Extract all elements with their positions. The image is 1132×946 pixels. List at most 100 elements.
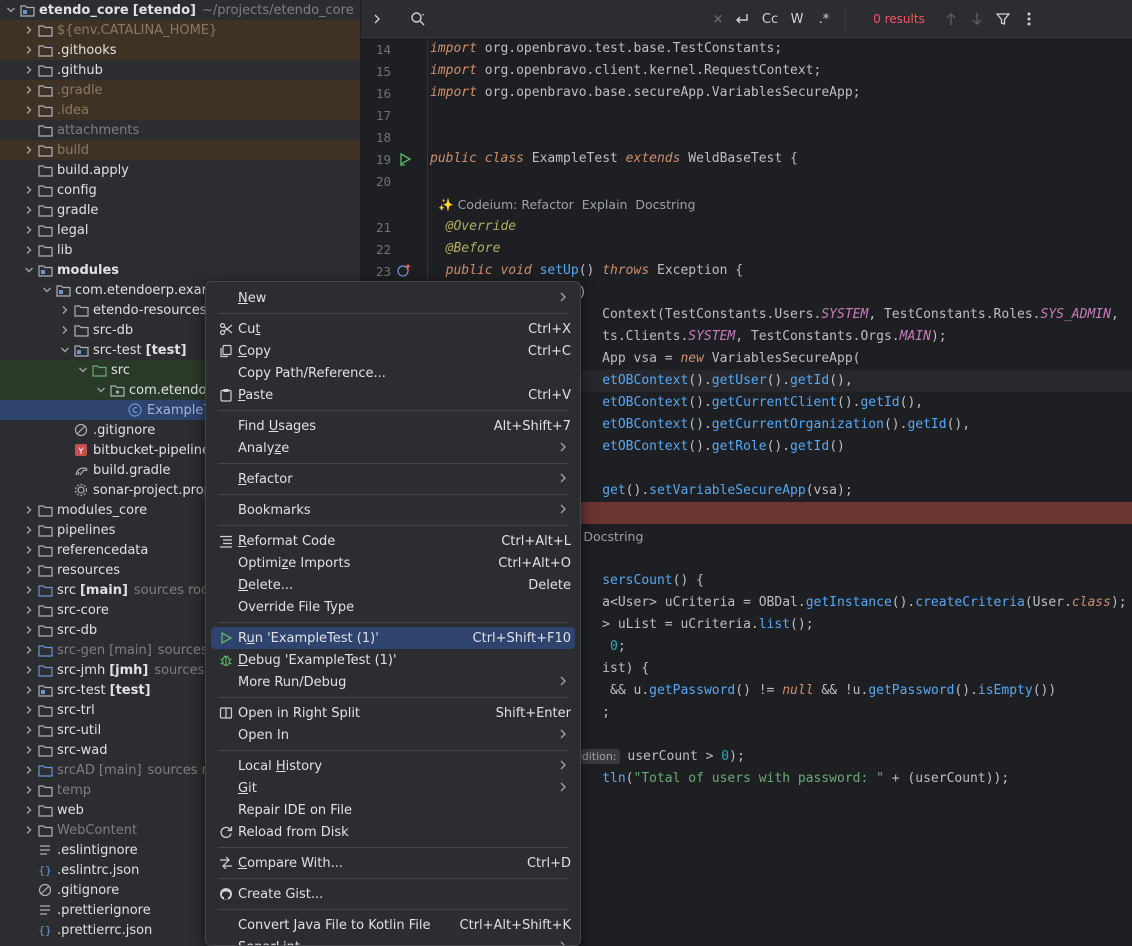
chevron-right-icon[interactable] [21,805,37,815]
tree-item[interactable]: build [0,140,360,160]
run-gutter-icon[interactable] [398,152,412,166]
tree-item[interactable]: attachments [0,120,360,140]
chevron-right-icon[interactable] [21,205,37,215]
tree-item[interactable]: config [0,180,360,200]
whole-words-toggle[interactable]: W [786,0,808,38]
chevron-down-icon[interactable] [3,5,19,15]
codeium-lens[interactable]: ✨ Codeium: Refactor Explain Docstring [438,197,695,213]
chevron-right-icon[interactable] [21,545,37,555]
menu-item-open-in-right-split[interactable]: Open in Right Split Shift+Enter [211,702,575,724]
chevron-down-icon[interactable] [21,265,37,275]
menu-item-bookmarks[interactable]: Bookmarks [211,499,575,521]
filter-icon[interactable] [993,0,1013,38]
chevron-right-icon[interactable] [21,605,37,615]
regex-toggle[interactable]: .* [813,0,835,38]
newline-icon[interactable] [731,0,753,38]
tree-item[interactable]: .github [0,60,360,80]
chevron-right-icon[interactable] [21,85,37,95]
chevron-down-icon[interactable] [57,345,73,355]
chevron-right-icon[interactable] [21,825,37,835]
menu-item-create-gist[interactable]: Create Gist... [211,883,575,905]
chevron-right-icon[interactable] [21,225,37,235]
menu-item-more-run-debug[interactable]: More Run/Debug [211,671,575,693]
match-case-toggle[interactable]: Cc [759,0,781,38]
tree-item[interactable]: .githooks [0,40,360,60]
chevron-down-icon[interactable] [93,385,109,395]
chevron-right-icon[interactable] [21,245,37,255]
clear-icon[interactable]: × [708,0,728,38]
menu-item-sonarlint[interactable]: SonarLint [211,936,575,945]
chevron-right-icon[interactable] [21,145,37,155]
code-line[interactable]: public class ExampleTest extends WeldBas… [430,151,798,166]
menu-item-paste[interactable]: Paste Ctrl+V [211,384,575,406]
code-line[interactable]: import org.openbravo.client.kernel.Reque… [430,63,821,78]
chevron-right-icon[interactable] [21,725,37,735]
menu-item-refactor[interactable]: Refactor [211,468,575,490]
chevron-right-icon[interactable] [363,0,391,38]
chevron-right-icon[interactable] [21,185,37,195]
chevron-right-icon[interactable] [21,45,37,55]
code-line[interactable]: @Override [430,219,516,234]
arrow-up-icon[interactable] [941,0,961,38]
menu-item-reload-from-disk[interactable]: Reload from Disk [211,821,575,843]
chevron-right-icon[interactable] [57,325,73,335]
chevron-right-icon[interactable] [21,105,37,115]
menu-item-open-in[interactable]: Open In [211,724,575,746]
chevron-right-icon[interactable] [21,665,37,675]
menu-item-run-exampletest-1[interactable]: Run 'ExampleTest (1)' Ctrl+Shift+F10 [211,627,575,649]
chevron-right-icon[interactable] [21,25,37,35]
chevron-right-icon[interactable] [21,645,37,655]
menu-item-repair-ide-on-file[interactable]: Repair IDE on File [211,799,575,821]
code-line[interactable]: @Before [430,241,501,256]
chevron-right-icon[interactable] [21,625,37,635]
tree-item[interactable]: lib [0,240,360,260]
tree-item[interactable]: gradle [0,200,360,220]
chevron-right-icon[interactable] [57,305,73,315]
chevron-down-icon[interactable] [75,365,91,375]
menu-item-compare-with[interactable]: Compare With... Ctrl+D [211,852,575,874]
tree-item[interactable]: .idea [0,100,360,120]
menu-item-cut[interactable]: Cut Ctrl+X [211,318,575,340]
chevron-right-icon[interactable] [21,705,37,715]
chevron-right-icon[interactable] [21,505,37,515]
tree-item[interactable]: build.apply [0,160,360,180]
menu-item-label: Open in Right Split [238,705,361,721]
chevron-right-icon[interactable] [21,745,37,755]
chevron-right-icon[interactable] [21,565,37,575]
more-options-icon[interactable] [1019,0,1039,38]
menu-item-optimize-imports[interactable]: Optimize Imports Ctrl+Alt+O [211,552,575,574]
menu-item-reformat-code[interactable]: Reformat Code Ctrl+Alt+L [211,530,575,552]
override-gutter-icon[interactable] [397,264,413,278]
tree-item[interactable]: etendo_core [etendo] ~/projects/etendo_cor… [0,0,360,20]
menu-item-git[interactable]: Git [211,777,575,799]
menu-item-find-usages[interactable]: Find Usages Alt+Shift+7 [211,415,575,437]
code-line[interactable]: import org.openbravo.base.secureApp.Vari… [430,85,860,100]
chevron-down-icon[interactable] [39,285,55,295]
menu-item-override-file-type[interactable]: Override File Type [211,596,575,618]
chevron-right-icon[interactable] [21,65,37,75]
chevron-right-icon[interactable] [21,585,37,595]
search-icon[interactable] [405,0,431,38]
tree-item[interactable]: .gradle [0,80,360,100]
arrow-down-icon[interactable] [967,0,987,38]
menu-item-copy-path-reference[interactable]: Copy Path/Reference... [211,362,575,384]
tree-item[interactable]: ${env.CATALINA_HOME} [0,20,360,40]
menu-item-new[interactable]: New [211,287,575,309]
tree-item[interactable]: modules [0,260,360,280]
chevron-right-icon[interactable] [21,525,37,535]
menu-item-convert-java-file-to-kotlin-file[interactable]: Convert Java File to Kotlin File Ctrl+Alt… [211,914,575,936]
code-line[interactable]: import org.openbravo.test.base.TestConst… [430,41,782,56]
code-line[interactable]: public void setUp() throws Exception { [430,263,743,278]
chevron-right-icon[interactable] [21,765,37,775]
menu-item-analyze[interactable]: Analyze [211,437,575,459]
tree-item-label: ExampleT [147,402,212,418]
menu-item-delete[interactable]: Delete... Delete [211,574,575,596]
menu-item-copy[interactable]: Copy Ctrl+C [211,340,575,362]
chevron-right-icon[interactable] [21,685,37,695]
tree-item-label: .gitignore [93,422,156,438]
menu-item-debug-exampletest-1[interactable]: Debug 'ExampleTest (1)' [211,649,575,671]
tree-item[interactable]: legal [0,220,360,240]
menu-item-local-history[interactable]: Local History [211,755,575,777]
search-input[interactable] [435,8,705,30]
chevron-right-icon[interactable] [21,785,37,795]
